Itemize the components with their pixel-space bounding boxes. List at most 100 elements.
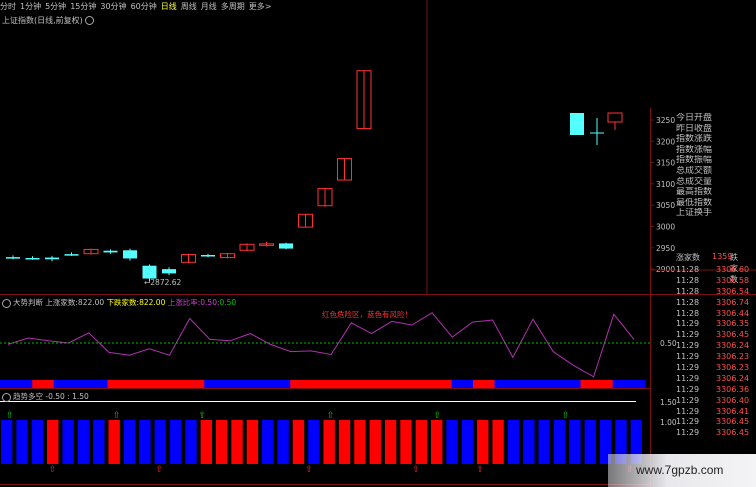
candle-body xyxy=(25,258,40,260)
risk-strip-cell xyxy=(43,380,55,388)
risk-strip-cell xyxy=(21,380,33,388)
y-tick-label: 3150 xyxy=(656,159,675,168)
chart-canvas[interactable]: 32503200315031003050300029502900←2872.62… xyxy=(0,0,756,487)
trend-bar xyxy=(154,420,166,464)
tick-row: 11:29 3306.23 xyxy=(674,352,749,363)
trend-bar xyxy=(77,420,90,464)
risk-strip-cell xyxy=(161,380,173,388)
risk-strip-cell xyxy=(397,380,409,388)
y-tick-label: 3000 xyxy=(656,223,675,232)
risk-strip-cell xyxy=(548,380,560,388)
candle-body xyxy=(142,265,157,279)
risk-strip-cell xyxy=(225,380,237,388)
tick-price: 3306.58 xyxy=(716,275,750,285)
stock-chart-window: { "periods":["分时","1分钟","5分钟","15分钟","30… xyxy=(0,0,756,487)
trend-bar xyxy=(461,420,474,464)
risk-strip-cell xyxy=(258,380,270,388)
info-label-7: 最高指数 xyxy=(676,187,713,198)
trend-bar xyxy=(231,420,243,464)
trend-bar xyxy=(169,420,182,464)
tick-time: 11:29 xyxy=(676,319,700,329)
info-label-5: 总成交额 xyxy=(676,165,713,176)
tick-row: 11:29 3306.24 xyxy=(674,341,749,352)
risk-strip-cell xyxy=(623,380,635,388)
tick-time: 11:29 xyxy=(676,384,700,394)
trend-bar xyxy=(308,420,320,464)
risk-strip-cell xyxy=(408,380,420,388)
risk-strip-cell xyxy=(301,380,313,388)
risk-strip-cell xyxy=(516,380,528,388)
info-label-0: 今日开盘 xyxy=(676,113,713,123)
trend-bar xyxy=(123,420,136,464)
risk-strip-cell xyxy=(268,380,280,388)
ind1-down-value: 822.00 xyxy=(139,298,166,307)
trend-bar xyxy=(400,420,412,464)
risk-strip-cell xyxy=(559,380,571,388)
arrow-up-icon: ⇧ xyxy=(562,411,570,421)
risk-strip-cell xyxy=(150,380,162,388)
trend-bar xyxy=(216,420,228,464)
ind1-ratio-a: 0.50 xyxy=(200,298,217,307)
trend-bar xyxy=(62,420,74,464)
risk-strip-cell xyxy=(634,380,646,388)
risk-strip-cell xyxy=(193,380,205,388)
y-tick-label: 3250 xyxy=(656,116,675,125)
trend-bar xyxy=(108,420,120,464)
info-label-8: 最低指数 xyxy=(676,197,713,208)
risk-strip-cell xyxy=(96,380,108,388)
risk-strip-cell xyxy=(107,380,119,388)
tick-row: 11:29 3306.45 xyxy=(674,417,749,428)
candle-body xyxy=(279,243,293,249)
tick-time: 11:29 xyxy=(676,406,700,416)
tick-time: 11:29 xyxy=(676,341,700,351)
risk-strip-cell xyxy=(376,380,388,388)
risk-strip-cell xyxy=(483,380,495,388)
ind1-gear-icon[interactable] xyxy=(2,298,11,308)
tick-row: 11:28 3306.54 xyxy=(674,286,750,298)
ind2-gear-icon[interactable] xyxy=(2,392,11,402)
risk-strip-cell xyxy=(333,380,345,388)
trend-bar xyxy=(523,420,535,464)
tick-row: 11:28 3306.44 xyxy=(674,308,749,320)
ind2-value-a: -0.50 xyxy=(45,392,65,401)
risk-strip-cell xyxy=(10,380,22,388)
tick-list[interactable]: 11:28 3306.60 11:28 3306.58 11:28 3306.54 11:2… xyxy=(674,265,750,439)
candle-body xyxy=(201,255,215,257)
tick-price: 3306.35 xyxy=(716,319,750,329)
trend-bar xyxy=(262,420,274,464)
risk-strip-cell xyxy=(505,380,517,388)
risk-strip-cell xyxy=(537,380,549,388)
info-label-4: 指数振幅 xyxy=(676,155,713,166)
risk-strip-cell xyxy=(139,380,151,388)
tick-time: 11:28 xyxy=(676,275,700,285)
risk-strip-cell xyxy=(580,380,592,388)
watermark-strip: www.7gpzb.com xyxy=(608,454,756,487)
watermark-text: www.7gpzb.com xyxy=(636,463,724,477)
low-price-label: ←2872.62 xyxy=(144,278,182,287)
risk-strip-cell xyxy=(440,380,452,388)
ind1-down-label: 下跌家数: xyxy=(106,298,140,307)
tick-row: 11:28 3306.58 xyxy=(674,275,750,287)
risk-strip-cell xyxy=(473,380,485,388)
trend-bar xyxy=(31,420,44,464)
tick-time: 11:28 xyxy=(676,308,700,318)
risk-strip-cell xyxy=(494,380,506,388)
trend-bar xyxy=(200,420,212,464)
tick-time: 11:29 xyxy=(676,417,700,427)
trend-bar xyxy=(584,420,596,464)
trend-bar xyxy=(492,420,504,464)
tick-price: 3306.45 xyxy=(716,330,750,340)
arrow-down-icon: ⇧ xyxy=(305,465,313,475)
trend-bar xyxy=(246,420,259,464)
risk-strip-cell xyxy=(354,380,366,388)
ind1-up-value: 822.00 xyxy=(77,298,105,307)
tick-time: 11:29 xyxy=(676,352,700,362)
tick-price: 3306.54 xyxy=(716,286,750,296)
tick-time: 11:28 xyxy=(676,265,700,274)
tick-price: 3306.40 xyxy=(716,395,750,405)
tick-price: 3306.45 xyxy=(716,428,750,438)
info-label-9: 上证换手 xyxy=(676,208,713,219)
trend-bar xyxy=(16,420,28,464)
ind1-ratio-label: 上涨比率: xyxy=(167,298,201,307)
tick-row: 11:29 3306.35 xyxy=(674,319,750,330)
